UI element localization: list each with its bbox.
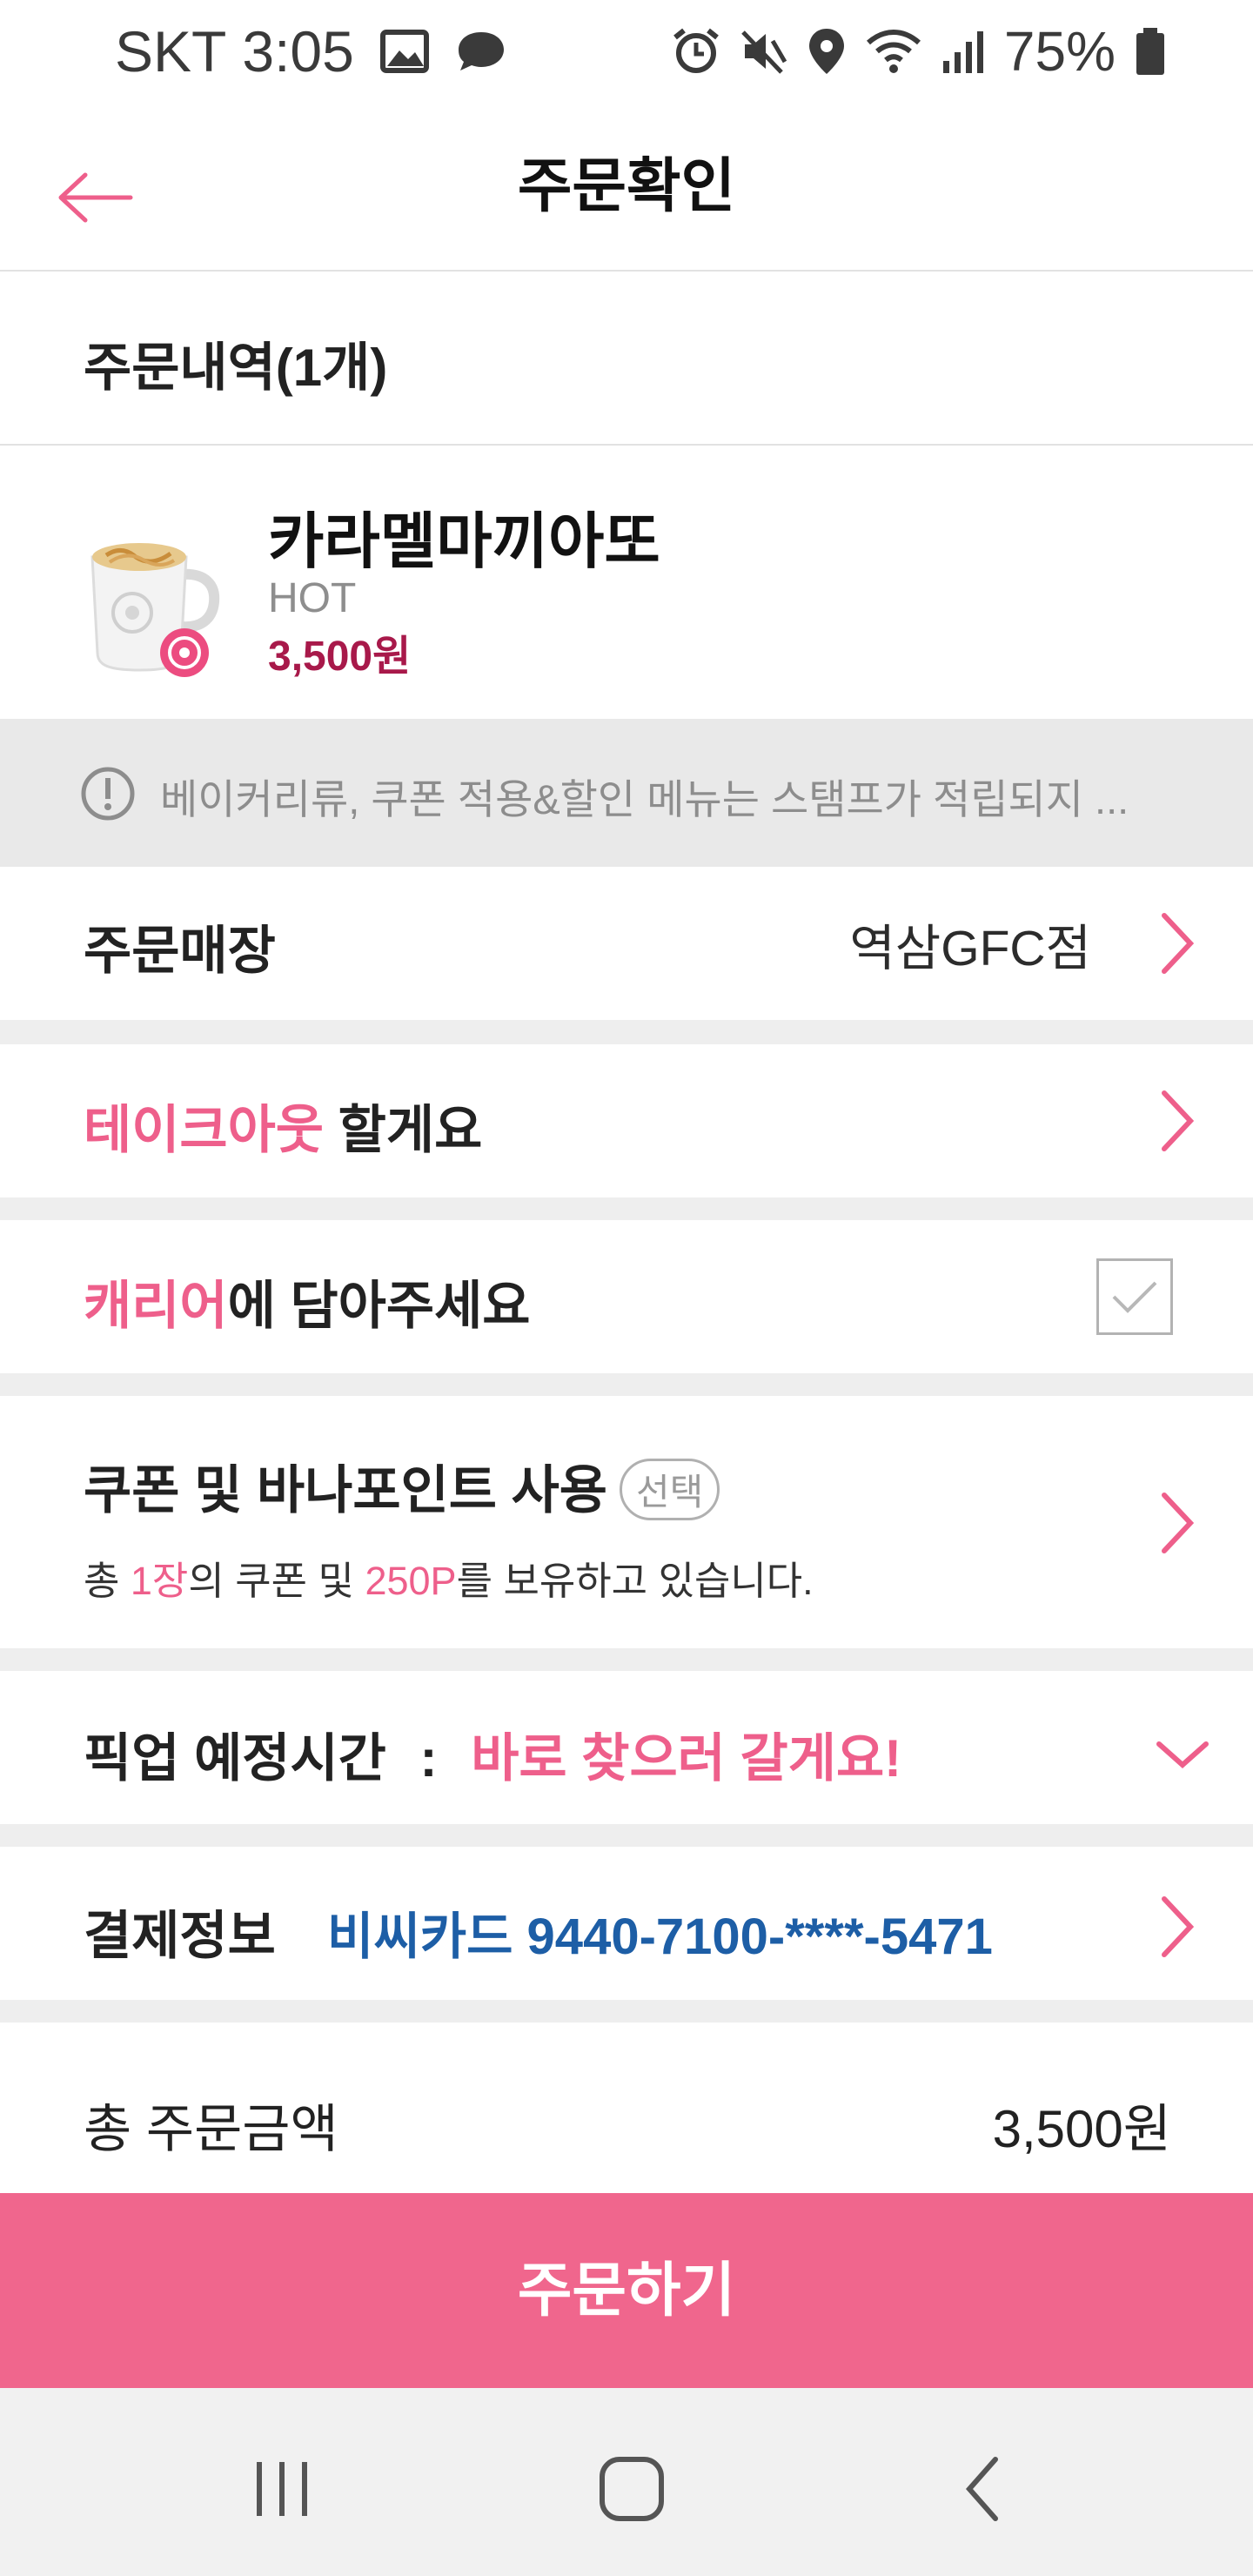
carrier-highlight: 캐리어 (84, 1277, 228, 1335)
chevron-right-icon (1162, 1493, 1195, 1553)
chevron-right-icon (1162, 913, 1195, 974)
carrier-rest: 에 담아주세요 (227, 1277, 531, 1335)
coupon-title: 쿠폰 및 바나포인트 사용 (84, 1461, 608, 1519)
takeout-row[interactable]: 테이크아웃 할게요 (0, 1044, 1253, 1197)
section-gap (0, 1648, 1253, 1671)
section-gap (0, 1373, 1253, 1396)
back-arrow-icon (58, 172, 133, 223)
point-balance: 250P (365, 1559, 457, 1603)
payment-label: 결제정보 (84, 1907, 276, 1965)
coupon-count: 1장 (130, 1559, 189, 1603)
optional-badge: 선택 (620, 1458, 720, 1520)
chevron-right-icon (1162, 1090, 1195, 1151)
product-option: HOT (268, 575, 357, 621)
section-gap (0, 1197, 1253, 1220)
app-header: 주문확인 (0, 103, 1253, 272)
home-icon (600, 2457, 664, 2521)
takeout-rest: 할게요 (324, 1101, 483, 1159)
product-name: 카라멜마끼아또 (268, 507, 660, 575)
status-bar-left: SKT 3:05 (115, 12, 507, 91)
coupon-sub-suffix: 를 보유하고 있습니다. (456, 1559, 814, 1603)
signal-icon (941, 28, 985, 75)
chat-bubble-icon (455, 29, 507, 74)
total-label: 총 주문금액 (84, 2100, 338, 2158)
checkmark-icon (1112, 1281, 1157, 1313)
pickup-separator: : (419, 1729, 438, 1788)
pickup-time-row[interactable]: 픽업 예정시간 : 바로 찾으러 갈게요! (0, 1671, 1253, 1824)
section-gap (0, 1824, 1253, 1847)
chevron-right-icon (1162, 1896, 1195, 1957)
coupon-sub-prefix: 총 (84, 1559, 131, 1603)
gallery-icon (379, 30, 429, 73)
battery-icon (1135, 26, 1166, 77)
carrier-label: 캐리어에 담아주세요 (84, 1264, 530, 1339)
product-price: 3,500원 (268, 634, 412, 680)
home-button[interactable] (580, 2437, 684, 2541)
carrier-row: 캐리어에 담아주세요 (0, 1220, 1253, 1373)
page-title: 주문확인 (517, 153, 736, 219)
order-history-title: 주문내역(1개) (84, 339, 388, 397)
back-button[interactable] (47, 150, 143, 245)
store-label: 주문매장 (84, 922, 276, 980)
battery-percent: 75% (1003, 20, 1116, 83)
total-amount: 3,500원 (992, 2100, 1171, 2158)
notice-text: 베이커리류, 쿠폰 적용&할인 메뉴는 스탬프가 적립되지 ... (160, 776, 1129, 822)
section-gap (0, 2000, 1253, 2023)
coupon-sub-mid: 의 쿠폰 및 (188, 1559, 365, 1603)
carrier-checkbox[interactable] (1096, 1258, 1173, 1335)
product-image (84, 522, 223, 679)
takeout-label: 테이크아웃 할게요 (84, 1088, 482, 1164)
coupon-row[interactable]: 쿠폰 및 바나포인트 사용 선택 (0, 1396, 1253, 1648)
pickup-label: 픽업 예정시간 (84, 1729, 386, 1788)
carrier-label: SKT (115, 19, 227, 84)
status-bar: SKT 3:05 75% (0, 0, 1253, 103)
recent-apps-icon (257, 2462, 307, 2516)
alarm-icon (672, 27, 720, 76)
chevron-down-icon (1156, 1741, 1209, 1769)
coupon-title-line: 쿠폰 및 바나포인트 사용 선택 (84, 1448, 720, 1526)
status-bar-right: 75% (672, 12, 1166, 91)
pickup-value: 바로 찾으러 갈게요! (471, 1729, 902, 1788)
location-icon (807, 27, 846, 76)
wifi-icon (865, 27, 922, 76)
store-value: 역삼GFC점 (849, 921, 1091, 976)
system-back-button[interactable] (931, 2437, 1035, 2541)
clock: 3:05 (242, 19, 354, 84)
payment-card: 비씨카드 9440-7100-****-5471 (327, 1909, 993, 1965)
pickup-line: 픽업 예정시간 : 바로 찾으러 갈게요! (84, 1716, 901, 1792)
takeout-highlight: 테이크아웃 (84, 1101, 324, 1159)
coupon-summary: 총 1장의 쿠폰 및 250P를 보유하고 있습니다. (84, 1549, 814, 1606)
coffee-cup-icon (90, 543, 220, 677)
exclamation-circle-icon (81, 767, 135, 821)
divider (0, 444, 1253, 446)
mute-icon (740, 27, 788, 76)
order-button[interactable]: 주문하기 (0, 2193, 1253, 2388)
recent-apps-button[interactable] (230, 2437, 334, 2541)
section-gap (0, 1020, 1253, 1044)
back-icon (965, 2457, 998, 2521)
